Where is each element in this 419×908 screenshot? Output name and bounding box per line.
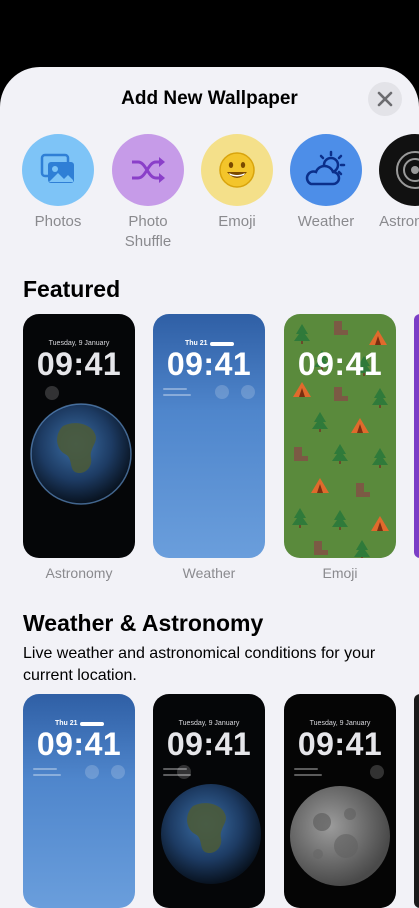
category-label: Photos	[34, 213, 82, 230]
earth-image	[30, 403, 132, 505]
astronomy-earth-card[interactable]: Tuesday, 9 January 09:41	[153, 694, 265, 908]
lock-time: 09:41	[166, 726, 252, 762]
lock-time: 09:41	[36, 346, 122, 382]
next-card-peek[interactable]	[414, 694, 419, 908]
widget-placeholder	[45, 386, 59, 400]
featured-card-next[interactable]	[414, 314, 419, 558]
astronomy-icon	[379, 134, 419, 206]
category-label: Weather	[297, 213, 355, 230]
earth-image	[161, 784, 261, 884]
category-astronomy[interactable]: Astronomy	[370, 134, 419, 232]
lock-time: 09:41	[297, 726, 383, 762]
add-wallpaper-sheet: Add New Wallpaper Photos Photo Shuffle E…	[0, 67, 419, 908]
card-label: Emoji	[322, 565, 358, 581]
category-label: Photo Shuffle	[124, 213, 172, 250]
featured-card-astronomy[interactable]: Tuesday, 9 January 09:41	[23, 314, 135, 558]
lock-time: 09:41	[36, 726, 122, 762]
emoji-icon	[201, 134, 273, 206]
category-weather[interactable]: Weather	[281, 134, 371, 232]
lock-time: 09:41	[297, 346, 383, 382]
weather-astronomy-heading: Weather & Astronomy	[23, 610, 264, 636]
weather-card[interactable]: Thu 21 09:41	[23, 694, 135, 908]
featured-card-emoji[interactable]: 09:41	[284, 314, 396, 558]
card-label: Astronomy	[45, 565, 113, 581]
shuffle-icon	[112, 134, 184, 206]
close-icon	[377, 91, 393, 107]
category-photos[interactable]: Photos	[13, 134, 103, 232]
category-label: Astronomy	[379, 213, 419, 230]
category-photo-shuffle[interactable]: Photo Shuffle	[103, 134, 193, 252]
moon-image	[290, 786, 390, 886]
section-description: Live weather and astronomical conditions…	[23, 645, 376, 684]
device-notch	[84, 0, 335, 38]
featured-card-weather[interactable]: Thu 21 09:41	[153, 314, 265, 558]
category-label: Emoji	[218, 213, 256, 230]
weather-icon	[290, 134, 362, 206]
photos-icon	[22, 134, 94, 206]
lock-time: 09:41	[166, 346, 252, 382]
featured-heading: Featured	[23, 276, 121, 302]
wallpaper-category-row: Photos Photo Shuffle Emoji Weather Astro…	[0, 134, 419, 254]
card-label: Weather	[182, 565, 236, 581]
astronomy-moon-card[interactable]: Tuesday, 9 January 09:41	[284, 694, 396, 908]
sheet-title: Add New Wallpaper	[121, 88, 298, 109]
close-button[interactable]	[368, 82, 402, 116]
category-emoji[interactable]: Emoji	[192, 134, 282, 232]
